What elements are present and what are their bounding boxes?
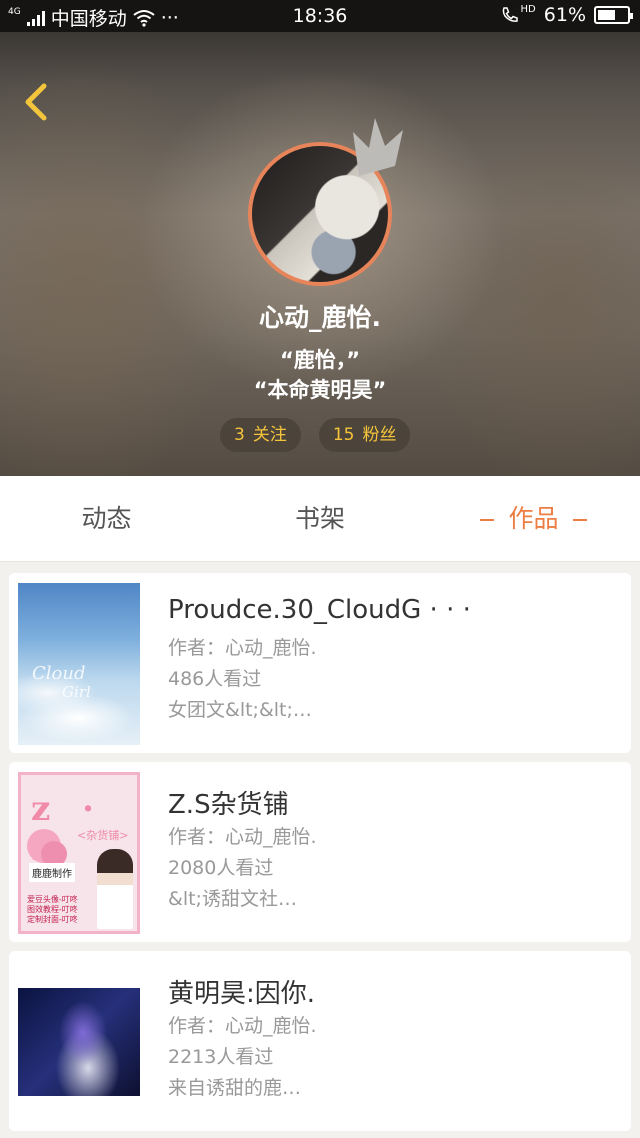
work-cover: Cloud Girl xyxy=(18,583,140,745)
work-title: 黄明昊:因你. xyxy=(168,979,316,1009)
cover-text: Cloud xyxy=(32,663,86,684)
tab-works-label: 作品 xyxy=(508,504,559,533)
hd-call-icon: HD xyxy=(501,3,536,24)
work-title: Proudce.30_CloudG · · · xyxy=(168,595,471,625)
work-author: 作者：心动_鹿怡. xyxy=(168,826,317,848)
work-cover: z · s <杂货铺> 鹿鹿制作 爱豆头像-叮咚 图效教程-叮咚 定制封面-叮咚 xyxy=(18,772,140,934)
work-cover xyxy=(18,988,140,1096)
back-arrow-icon[interactable] xyxy=(18,80,58,124)
status-bar: 4G 中国移动 ··· 18:36 HD 61% xyxy=(0,0,640,32)
work-tag: 来自诱甜的鹿… xyxy=(168,1077,302,1099)
cover-text: 鹿鹿制作 xyxy=(29,863,75,882)
work-card[interactable]: 黄明昊:因你. 作者：心动_鹿怡. 2213人看过 来自诱甜的鹿… xyxy=(9,951,631,1131)
work-card[interactable]: Cloud Girl Proudce.30_CloudG · · · 作者：心动… xyxy=(9,573,631,753)
fans-button[interactable]: 15 粉丝 xyxy=(318,418,411,452)
cover-text: 爱豆头像-叮咚 图效教程-叮咚 定制封面-叮咚 xyxy=(27,895,78,924)
battery-percent: 61% xyxy=(543,4,586,26)
tab-works[interactable]: 作品 xyxy=(427,476,640,562)
profile-header: 4G 中国移动 ··· 18:36 HD 61% 心动_鹿怡. “鹿怡，” “本… xyxy=(0,0,640,476)
fans-label: 粉丝 xyxy=(362,425,397,445)
phone-icon xyxy=(502,7,518,22)
following-count: 3 xyxy=(234,425,245,445)
work-views: 2213人看过 xyxy=(168,1046,274,1068)
hd-label: HD xyxy=(520,3,536,15)
tab-active-marker xyxy=(572,519,587,521)
work-tag: &lt;诱甜文社… xyxy=(168,888,297,910)
status-right: HD 61% xyxy=(501,3,633,26)
work-title: Z.S杂货铺 xyxy=(168,790,289,820)
cover-text: Girl xyxy=(62,683,91,701)
work-card[interactable]: z · s <杂货铺> 鹿鹿制作 爱豆头像-叮咚 图效教程-叮咚 定制封面-叮咚… xyxy=(9,762,631,942)
profile-bio: “鹿怡，” “本命黄明昊” xyxy=(0,345,640,405)
battery-icon xyxy=(594,6,633,24)
tab-dynamics[interactable]: 动态 xyxy=(0,476,213,562)
battery-level xyxy=(598,10,616,20)
work-views: 2080人看过 xyxy=(168,857,274,879)
following-label: 关注 xyxy=(252,425,287,445)
work-tag: 女团文&lt;&lt;… xyxy=(168,699,312,721)
following-button[interactable]: 3 关注 xyxy=(220,418,301,452)
work-author: 作者：心动_鹿怡. xyxy=(168,1015,317,1037)
work-views: 486人看过 xyxy=(168,668,262,690)
profile-nickname: 心动_鹿怡. xyxy=(259,303,381,332)
bio-line: “本命黄明昊” xyxy=(253,378,387,402)
cover-figure xyxy=(97,849,133,929)
work-author: 作者：心动_鹿怡. xyxy=(168,637,317,659)
profile-tabs: 动态 书架 作品 xyxy=(0,476,640,562)
crown-icon xyxy=(353,118,403,176)
fans-count: 15 xyxy=(332,425,355,445)
profile-stats: 3 关注 15 粉丝 xyxy=(220,418,411,452)
bio-line: “鹿怡，” xyxy=(279,348,361,372)
tab-active-marker xyxy=(480,519,495,521)
tab-bookshelf[interactable]: 书架 xyxy=(213,476,427,562)
cover-text: <杂货铺> xyxy=(77,829,129,842)
